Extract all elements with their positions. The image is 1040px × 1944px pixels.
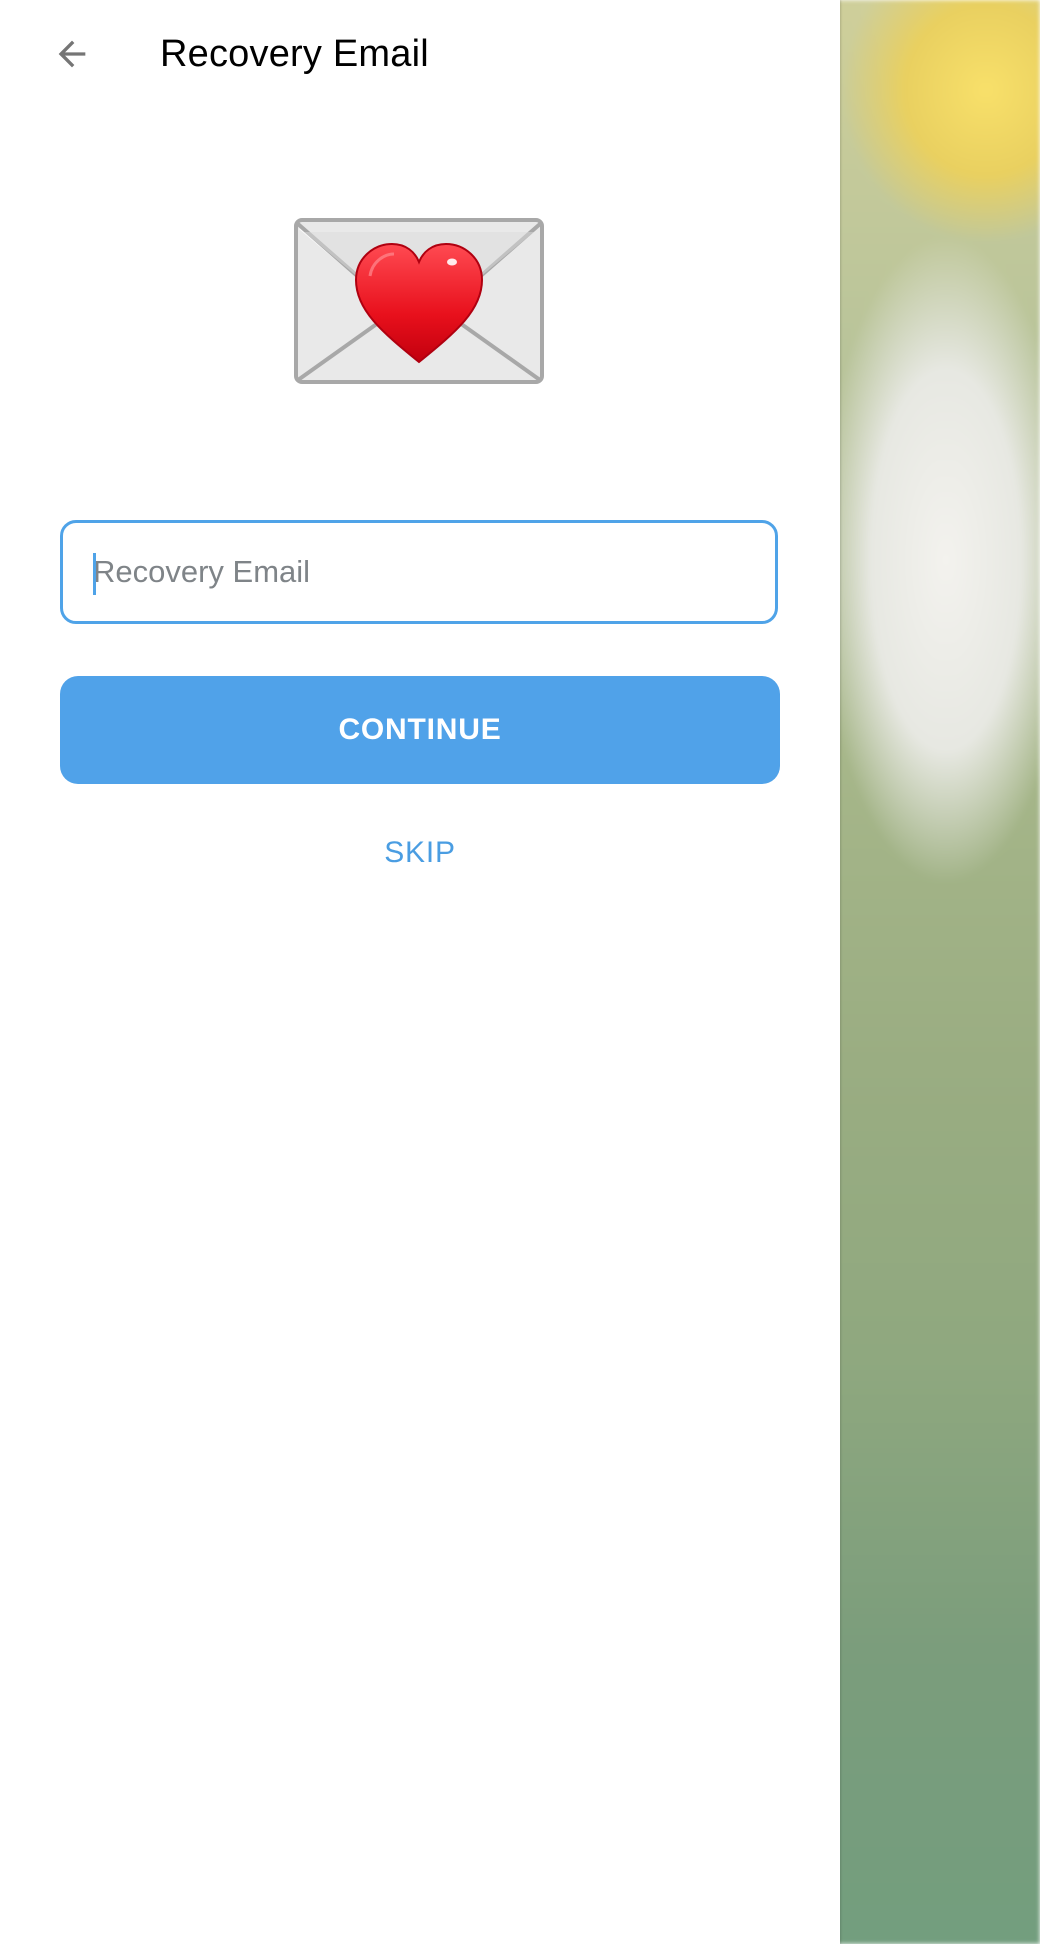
- text-cursor: [93, 553, 96, 595]
- page-title: Recovery Email: [160, 33, 429, 75]
- recovery-email-field[interactable]: [60, 520, 778, 624]
- arrow-left-icon: [58, 40, 86, 68]
- love-letter-envelope-icon: [290, 210, 550, 390]
- main-panel: Recovery Email Recovery Email CONTINUE S…: [0, 0, 840, 1944]
- recovery-email-input[interactable]: [63, 523, 775, 621]
- back-button[interactable]: [36, 18, 108, 90]
- background-wallpaper: [836, 0, 1040, 1944]
- recovery-email-screen: Recovery Email Recovery Email CONTINUE S…: [0, 0, 1040, 1944]
- continue-button[interactable]: CONTINUE: [60, 676, 780, 784]
- skip-button[interactable]: SKIP: [320, 826, 520, 880]
